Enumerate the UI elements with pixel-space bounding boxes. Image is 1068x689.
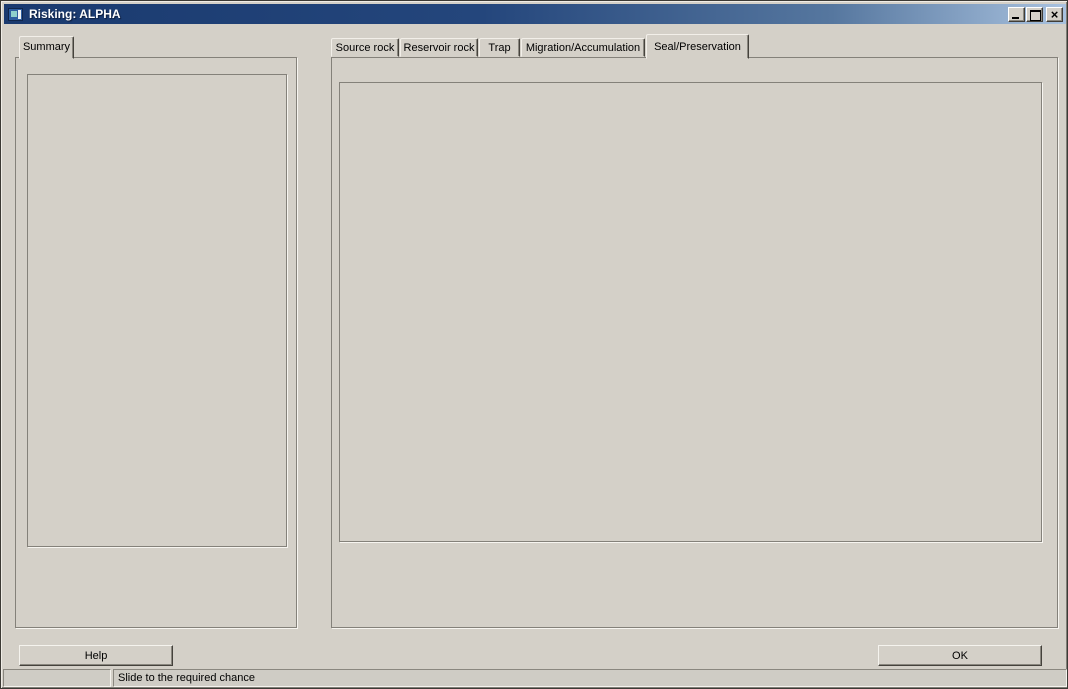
tab-source-rock[interactable]: Source rock (331, 38, 399, 57)
status-cell-empty (3, 669, 111, 687)
tab-migration-accumulation[interactable]: Migration/Accumulation (521, 38, 645, 57)
seal-preservation-inner-panel (339, 82, 1042, 542)
close-button[interactable] (1046, 7, 1063, 22)
window-title: Risking: ALPHA (29, 7, 121, 21)
risking-dialog: Risking: ALPHA Summary Source rock Chanc… (0, 0, 1068, 689)
summary-inner-panel (27, 74, 287, 547)
minimize-button[interactable] (1008, 7, 1025, 22)
title-bar: Risking: ALPHA (4, 4, 1066, 24)
app-icon (8, 8, 23, 21)
status-message: Slide to the required chance (113, 669, 1067, 687)
maximize-button[interactable] (1026, 7, 1043, 22)
tab-trap[interactable]: Trap (479, 38, 520, 57)
help-button[interactable]: Help (19, 645, 173, 666)
tab-seal-preservation[interactable]: Seal/Preservation (646, 34, 749, 59)
tab-summary[interactable]: Summary (19, 36, 74, 59)
tab-reservoir-rock[interactable]: Reservoir rock (400, 38, 478, 57)
ok-button[interactable]: OK (878, 645, 1042, 666)
